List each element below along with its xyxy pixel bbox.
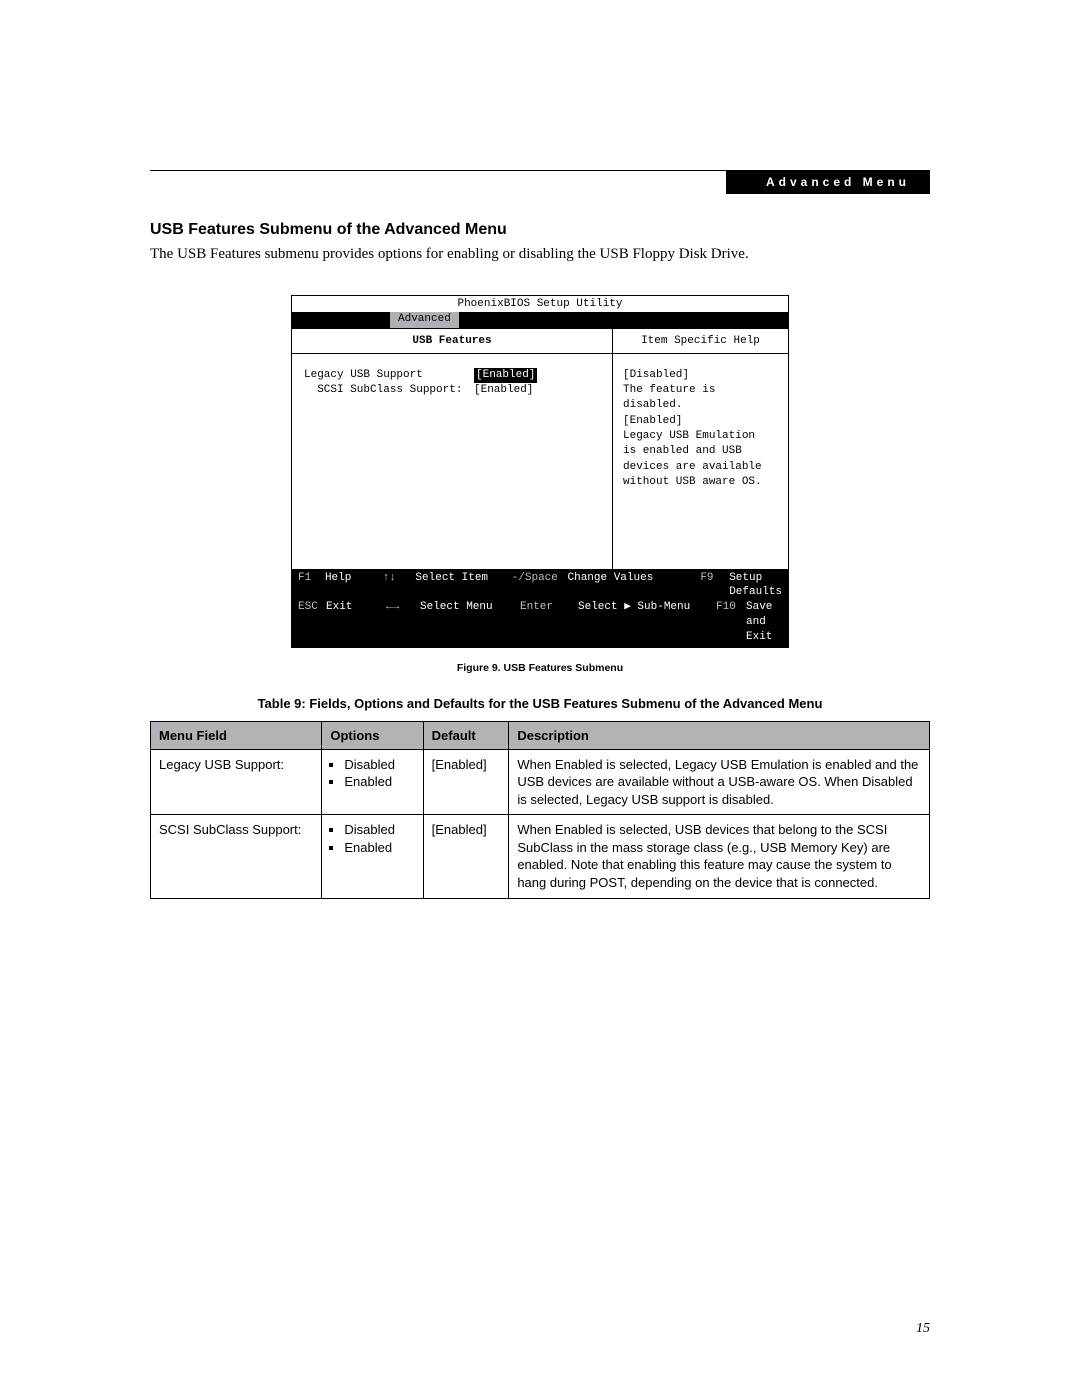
bios-footer-key: ←→ [386, 600, 420, 645]
table-header: Menu Field [151, 721, 322, 749]
bios-footer-key: F1 [298, 571, 325, 601]
bios-item-label: SCSI SubClass Support: [304, 383, 474, 398]
bios-footer-action: Select Item [415, 571, 511, 601]
bios-item-value-selected: [Enabled] [474, 368, 537, 383]
table-row: Legacy USB Support: Disabled Enabled [En… [151, 749, 930, 815]
cell-description: When Enabled is selected, USB devices th… [509, 815, 930, 898]
fields-table: Menu Field Options Default Description L… [150, 721, 930, 899]
bios-footer-action: Exit [326, 600, 386, 645]
bios-footer-key: -/Space [512, 571, 568, 601]
bios-help-line: [Disabled] [623, 368, 778, 383]
bios-footer-key: F9 [700, 571, 729, 601]
bios-screenshot: PhoenixBIOS Setup Utility Advanced USB F… [291, 295, 789, 648]
bios-footer-key: Enter [520, 600, 578, 645]
bios-item-value: [Enabled] [474, 383, 533, 398]
cell-menu-field: Legacy USB Support: [151, 749, 322, 815]
table-caption: Table 9: Fields, Options and Defaults fo… [150, 696, 930, 711]
section-title: USB Features Submenu of the Advanced Men… [150, 221, 930, 239]
bios-utility-title: PhoenixBIOS Setup Utility [292, 296, 788, 312]
bios-footer-action: Change Values [568, 571, 701, 601]
bios-menubar: Advanced [292, 312, 788, 328]
bios-footer: F1 Help ↑↓ Select Item -/Space Change Va… [292, 569, 788, 647]
cell-options: Disabled Enabled [322, 749, 423, 815]
bios-item-row: Legacy USB Support [Enabled] [304, 368, 600, 383]
bios-footer-action: Help [325, 571, 383, 601]
option-item: Disabled [344, 821, 414, 839]
table-header: Default [423, 721, 509, 749]
bios-footer-key: ESC [298, 600, 326, 645]
table-row: SCSI SubClass Support: Disabled Enabled … [151, 815, 930, 898]
option-item: Enabled [344, 839, 414, 857]
bios-footer-key: F10 [716, 600, 746, 645]
bios-submenu-title: USB Features [292, 329, 612, 354]
table-header-row: Menu Field Options Default Description [151, 721, 930, 749]
bios-footer-key: ↑↓ [383, 571, 416, 601]
bios-footer-action: Select Menu [420, 600, 520, 645]
page-number: 15 [916, 1321, 930, 1337]
bios-footer-action: Setup Defaults [729, 571, 782, 601]
bios-help-pane: [Disabled] The feature is disabled. [Ena… [613, 354, 788, 569]
bios-item-row: SCSI SubClass Support: [Enabled] [304, 383, 600, 398]
bios-help-line: Legacy USB Emulation [623, 429, 778, 444]
option-item: Disabled [344, 756, 414, 774]
cell-default: [Enabled] [423, 815, 509, 898]
bios-active-menu-tab: Advanced [390, 312, 459, 328]
bios-items-pane: Legacy USB Support [Enabled] SCSI SubCla… [292, 354, 612, 569]
bios-help-line: devices are available [623, 460, 778, 475]
header-tag: Advanced Menu [726, 170, 930, 194]
section-intro: The USB Features submenu provides option… [150, 245, 930, 265]
cell-options: Disabled Enabled [322, 815, 423, 898]
bios-footer-action: Select ▶ Sub-Menu [578, 600, 716, 645]
bios-help-line: [Enabled] [623, 414, 778, 429]
cell-description: When Enabled is selected, Legacy USB Emu… [509, 749, 930, 815]
bios-help-title: Item Specific Help [613, 329, 788, 354]
bios-help-line: without USB aware OS. [623, 475, 778, 490]
figure-caption: Figure 9. USB Features Submenu [150, 662, 930, 674]
bios-help-line: is enabled and USB [623, 444, 778, 459]
table-header: Description [509, 721, 930, 749]
bios-item-label: Legacy USB Support [304, 368, 474, 383]
table-header: Options [322, 721, 423, 749]
cell-default: [Enabled] [423, 749, 509, 815]
bios-footer-action: Save and Exit [746, 600, 782, 645]
bios-help-line: The feature is disabled. [623, 383, 778, 414]
top-rule: Advanced Menu [150, 170, 930, 171]
option-item: Enabled [344, 773, 414, 791]
cell-menu-field: SCSI SubClass Support: [151, 815, 322, 898]
